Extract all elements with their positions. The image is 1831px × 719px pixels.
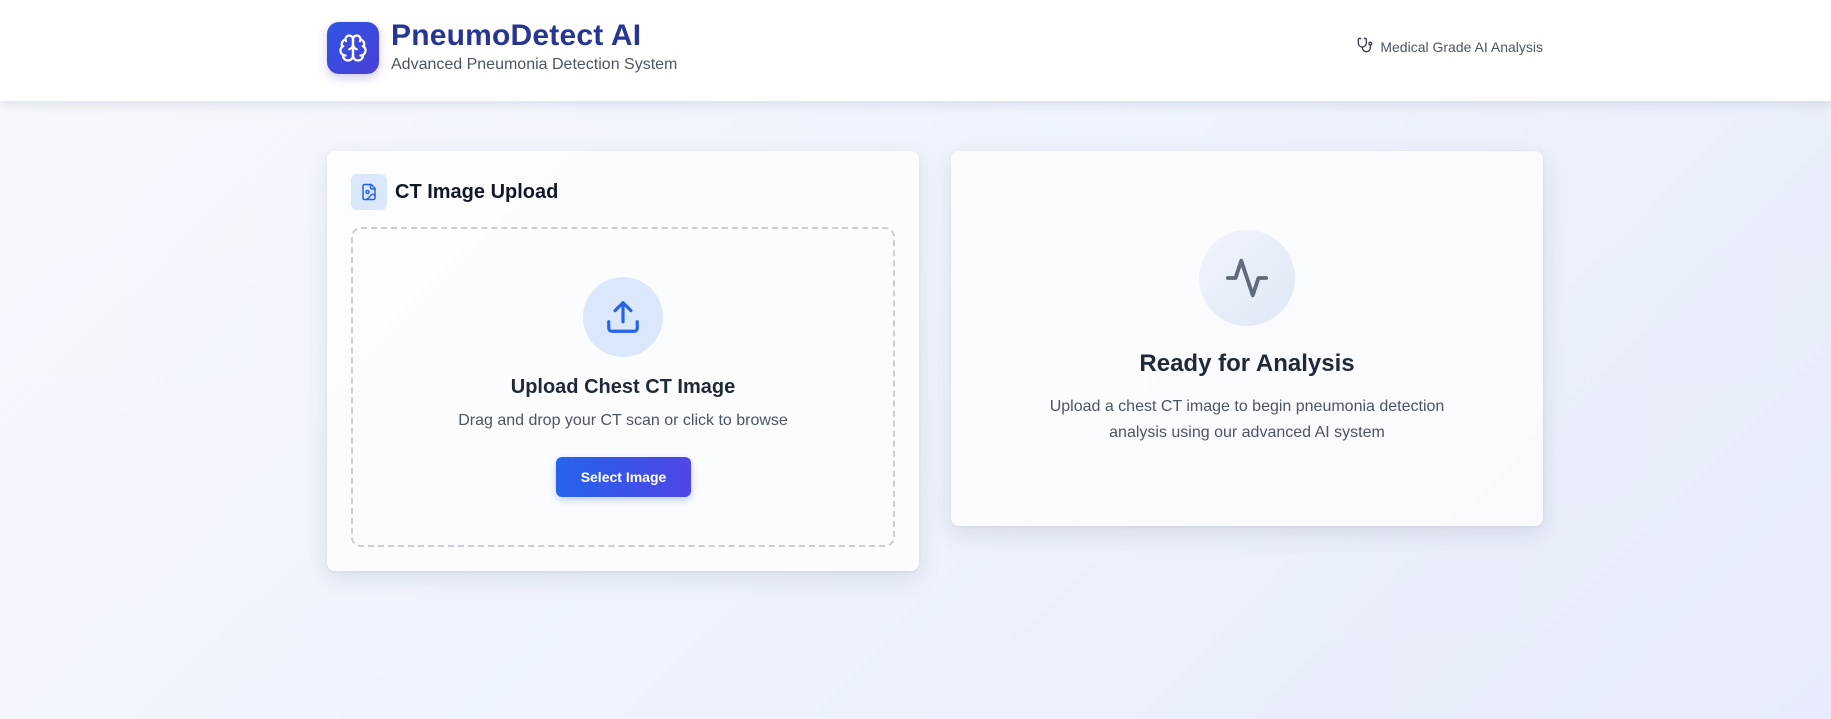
status-heading: Ready for Analysis <box>1139 350 1355 377</box>
activity-icon <box>1199 230 1295 326</box>
brand: PneumoDetect AI Advanced Pneumonia Detec… <box>327 20 677 75</box>
medical-grade-badge: Medical Grade AI Analysis <box>1357 37 1543 56</box>
upload-card: CT Image Upload Upload Chest CT Image Dr… <box>327 151 919 571</box>
upload-description: Drag and drop your CT scan or click to b… <box>458 412 788 429</box>
brain-icon <box>327 21 379 74</box>
app-subtitle: Advanced Pneumonia Detection System <box>391 56 678 73</box>
app-header: PneumoDetect AI Advanced Pneumonia Detec… <box>0 0 1831 101</box>
app-title: PneumoDetect AI <box>391 19 642 52</box>
analysis-status-card: Ready for Analysis Upload a chest CT ima… <box>951 151 1543 526</box>
upload-card-title: CT Image Upload <box>395 180 559 203</box>
select-image-button[interactable]: Select Image <box>556 457 691 497</box>
stethoscope-icon <box>1357 37 1380 56</box>
upload-heading: Upload Chest CT Image <box>510 376 736 398</box>
file-image-icon <box>351 174 387 210</box>
upload-card-header: CT Image Upload <box>351 174 558 210</box>
status-description: Upload a chest CT image to begin pneumon… <box>1049 398 1445 441</box>
upload-icon <box>583 277 663 357</box>
upload-dropzone[interactable]: Upload Chest CT Image Drag and drop your… <box>351 227 895 547</box>
badge-label: Medical Grade AI Analysis <box>1380 38 1543 55</box>
